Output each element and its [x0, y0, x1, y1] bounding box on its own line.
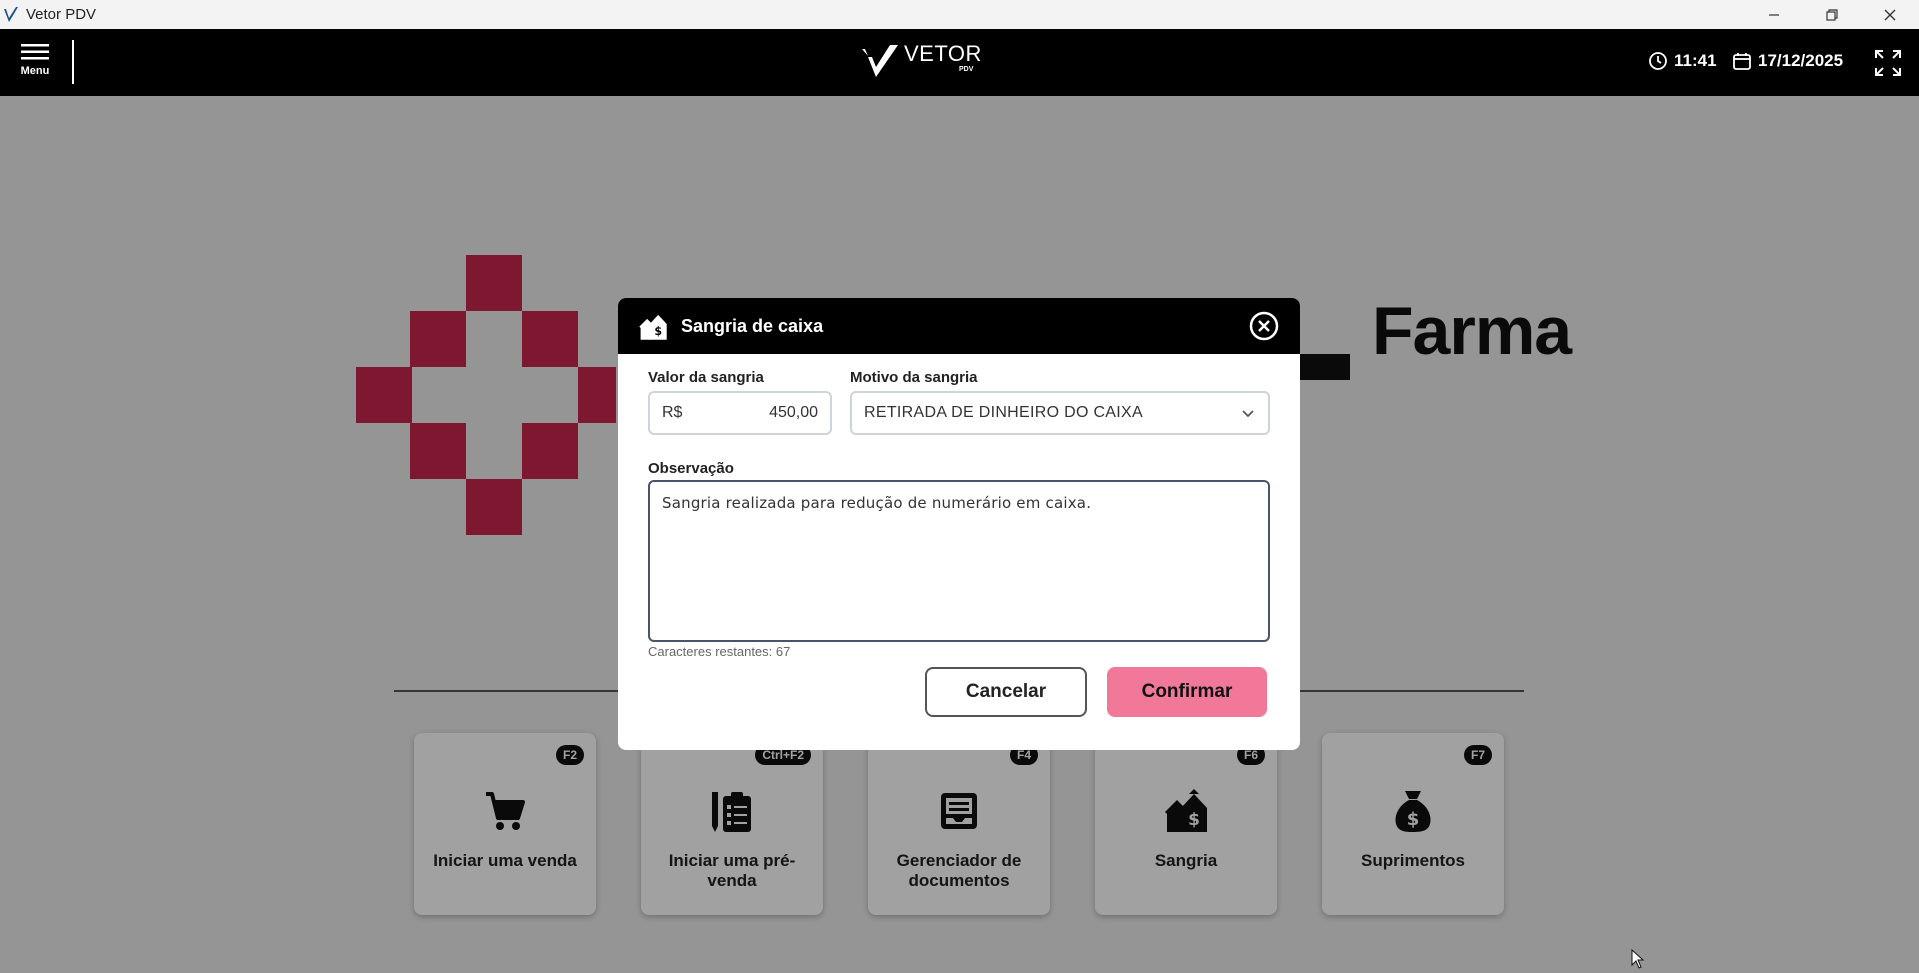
os-titlebar: Vetor PDV [0, 0, 1919, 29]
fullscreen-icon[interactable] [1873, 48, 1903, 78]
restore-button[interactable] [1803, 0, 1861, 29]
amount-label: Valor da sangria [648, 369, 764, 386]
calendar-icon [1733, 53, 1751, 70]
restore-icon [1826, 8, 1838, 21]
close-window-button[interactable] [1861, 0, 1919, 29]
dialog-header: $ Sangria de caixa [618, 298, 1300, 354]
amount-value: 450,00 [769, 404, 818, 421]
clock: 11:41 [1648, 51, 1717, 71]
close-icon [1884, 9, 1896, 20]
date-text: 17/12/2025 [1758, 51, 1844, 70]
chevron-down-icon [1242, 410, 1254, 418]
brand-logo: VETOR PDV [860, 43, 982, 83]
header-divider [72, 40, 74, 84]
clock-time: 11:41 [1674, 51, 1717, 70]
clock-icon [1649, 52, 1667, 70]
menu-label: Menu [20, 65, 50, 77]
app-header: Menu VETOR PDV 11:41 17/12/2025 [0, 29, 1919, 96]
sangria-dialog: $ Sangria de caixa Valor da sangria R$ 4… [618, 298, 1300, 750]
minimize-icon [1769, 13, 1779, 16]
dialog-title: Sangria de caixa [681, 316, 824, 336]
note-label: Observação [648, 460, 734, 477]
menu-button[interactable]: Menu [14, 43, 56, 85]
confirm-button[interactable]: Confirmar [1107, 667, 1267, 717]
date-display: 17/12/2025 [1732, 51, 1843, 71]
note-value: Sangria realizada para redução de numerá… [662, 494, 1092, 512]
brand-sub: PDV [959, 66, 974, 73]
currency-prefix: R$ [662, 404, 683, 421]
note-textarea[interactable]: Sangria realizada para redução de numerá… [648, 480, 1270, 642]
chars-remaining: Caracteres restantes: 67 [648, 644, 791, 659]
reason-select[interactable]: RETIRADA DE DINHEIRO DO CAIXA [850, 391, 1270, 435]
window-title: Vetor PDV [26, 6, 97, 23]
close-circle-icon[interactable] [1248, 310, 1280, 342]
hamburger-icon [21, 44, 49, 60]
house-money-icon: $ [639, 314, 667, 340]
vetor-logo-icon [4, 6, 18, 22]
svg-text:$: $ [654, 325, 662, 338]
amount-input[interactable]: R$ 450,00 [648, 391, 832, 435]
mouse-cursor-icon [1631, 949, 1645, 969]
vetor-v-icon [862, 45, 898, 77]
brand-name: VETOR [904, 41, 982, 66]
window-controls [1745, 0, 1919, 29]
cancel-button[interactable]: Cancelar [925, 667, 1087, 717]
reason-label: Motivo da sangria [850, 369, 978, 386]
minimize-button[interactable] [1745, 0, 1803, 29]
reason-value: RETIRADA DE DINHEIRO DO CAIXA [864, 404, 1143, 421]
